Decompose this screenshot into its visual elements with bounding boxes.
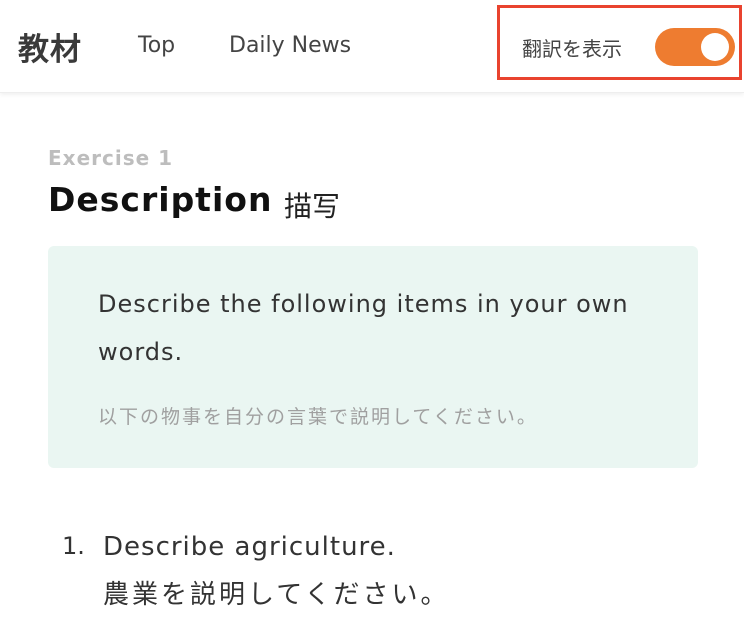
nav-link-daily-news[interactable]: Daily News xyxy=(229,33,351,58)
section-title-translation: 描写 xyxy=(284,190,341,223)
top-header: 教材 Top Daily News 翻訳を表示 xyxy=(0,0,744,93)
translation-toggle-highlight: 翻訳を表示 xyxy=(497,5,742,80)
question-number: 1. xyxy=(62,532,85,560)
instruction-translation: 以下の物事を自分の言葉で説明してください。 xyxy=(98,406,538,428)
question-translation: 農業を説明してください。 xyxy=(103,580,450,610)
section-title: Description xyxy=(48,180,273,219)
translation-toggle-label: 翻訳を表示 xyxy=(522,37,622,61)
instruction-text: Describe the following items in your own… xyxy=(98,290,629,366)
nav-link-top[interactable]: Top xyxy=(138,33,175,58)
instruction-box: Describe the following items in your own… xyxy=(48,246,698,468)
translation-toggle-switch[interactable] xyxy=(655,28,735,66)
site-logo[interactable]: 教材 xyxy=(18,24,82,69)
question-text: Describe agriculture. xyxy=(103,532,396,562)
toggle-knob xyxy=(701,33,729,61)
exercise-label: Exercise 1 xyxy=(48,146,174,170)
